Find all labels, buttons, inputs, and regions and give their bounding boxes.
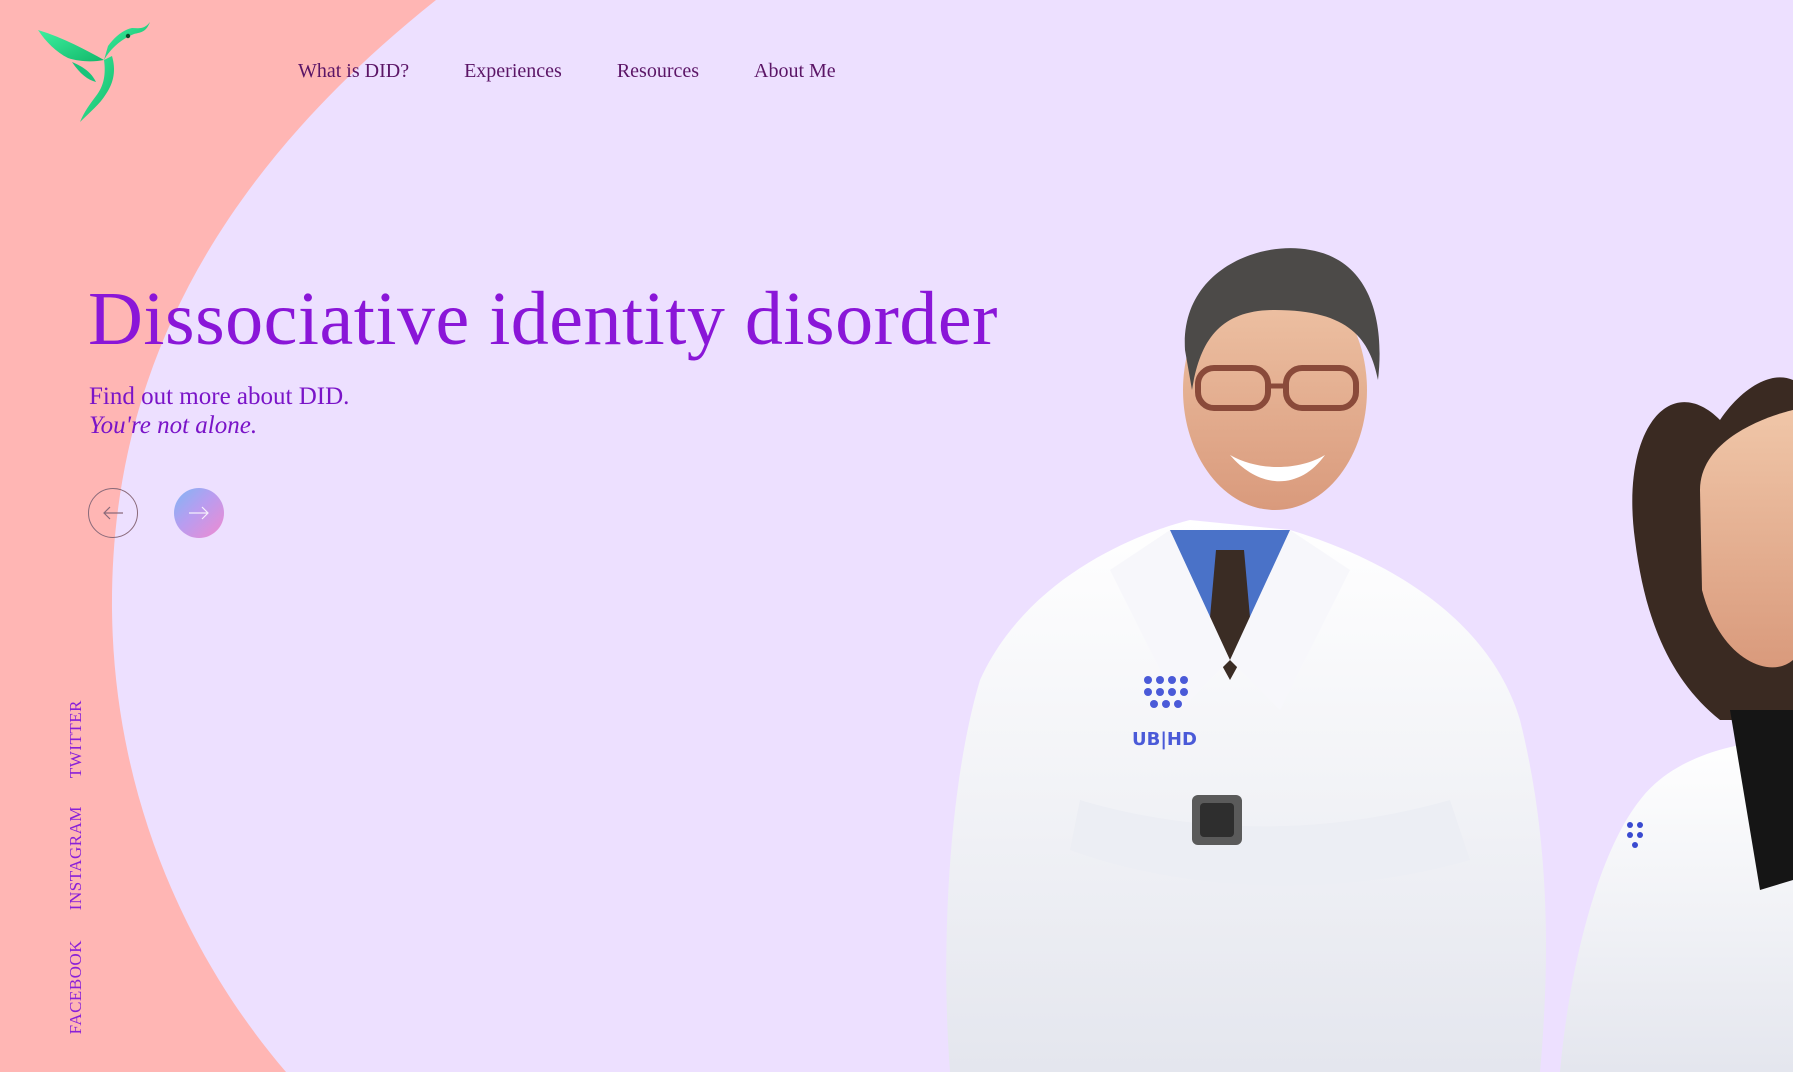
carousel-next-button[interactable]: [174, 488, 224, 538]
ubhd-badge-text: UB|HD: [1132, 729, 1197, 750]
hero-photo-doctors: UB|HD: [946, 248, 1793, 1072]
page: What is DID? Experiences Resources About…: [0, 0, 1793, 1072]
social-link-facebook[interactable]: FACEBOOK: [66, 940, 86, 1034]
main-nav: What is DID? Experiences Resources About…: [298, 60, 891, 83]
carousel-prev-button[interactable]: [88, 488, 138, 538]
hero-tagline: You're not alone.: [89, 412, 258, 439]
arrow-left-icon: [103, 506, 123, 520]
doctor-female: [1560, 377, 1793, 1072]
social-link-instagram[interactable]: INSTAGRAM: [66, 806, 86, 910]
hero-subtitle-block: Find out more about DID. You're not alon…: [89, 382, 349, 440]
nav-item-about-me[interactable]: About Me: [754, 60, 836, 83]
nav-item-what-is-did[interactable]: What is DID?: [298, 60, 409, 83]
hero-title: Dissociative identity disorder: [88, 277, 998, 361]
doctor-male: UB|HD: [946, 248, 1546, 1072]
arrow-right-icon: [189, 506, 209, 520]
nav-item-experiences[interactable]: Experiences: [464, 60, 562, 83]
social-link-twitter[interactable]: TWITTER: [66, 700, 86, 778]
hero-subtitle: Find out more about DID.: [89, 383, 350, 410]
hummingbird-logo[interactable]: [34, 16, 150, 126]
nav-item-resources[interactable]: Resources: [617, 60, 699, 83]
